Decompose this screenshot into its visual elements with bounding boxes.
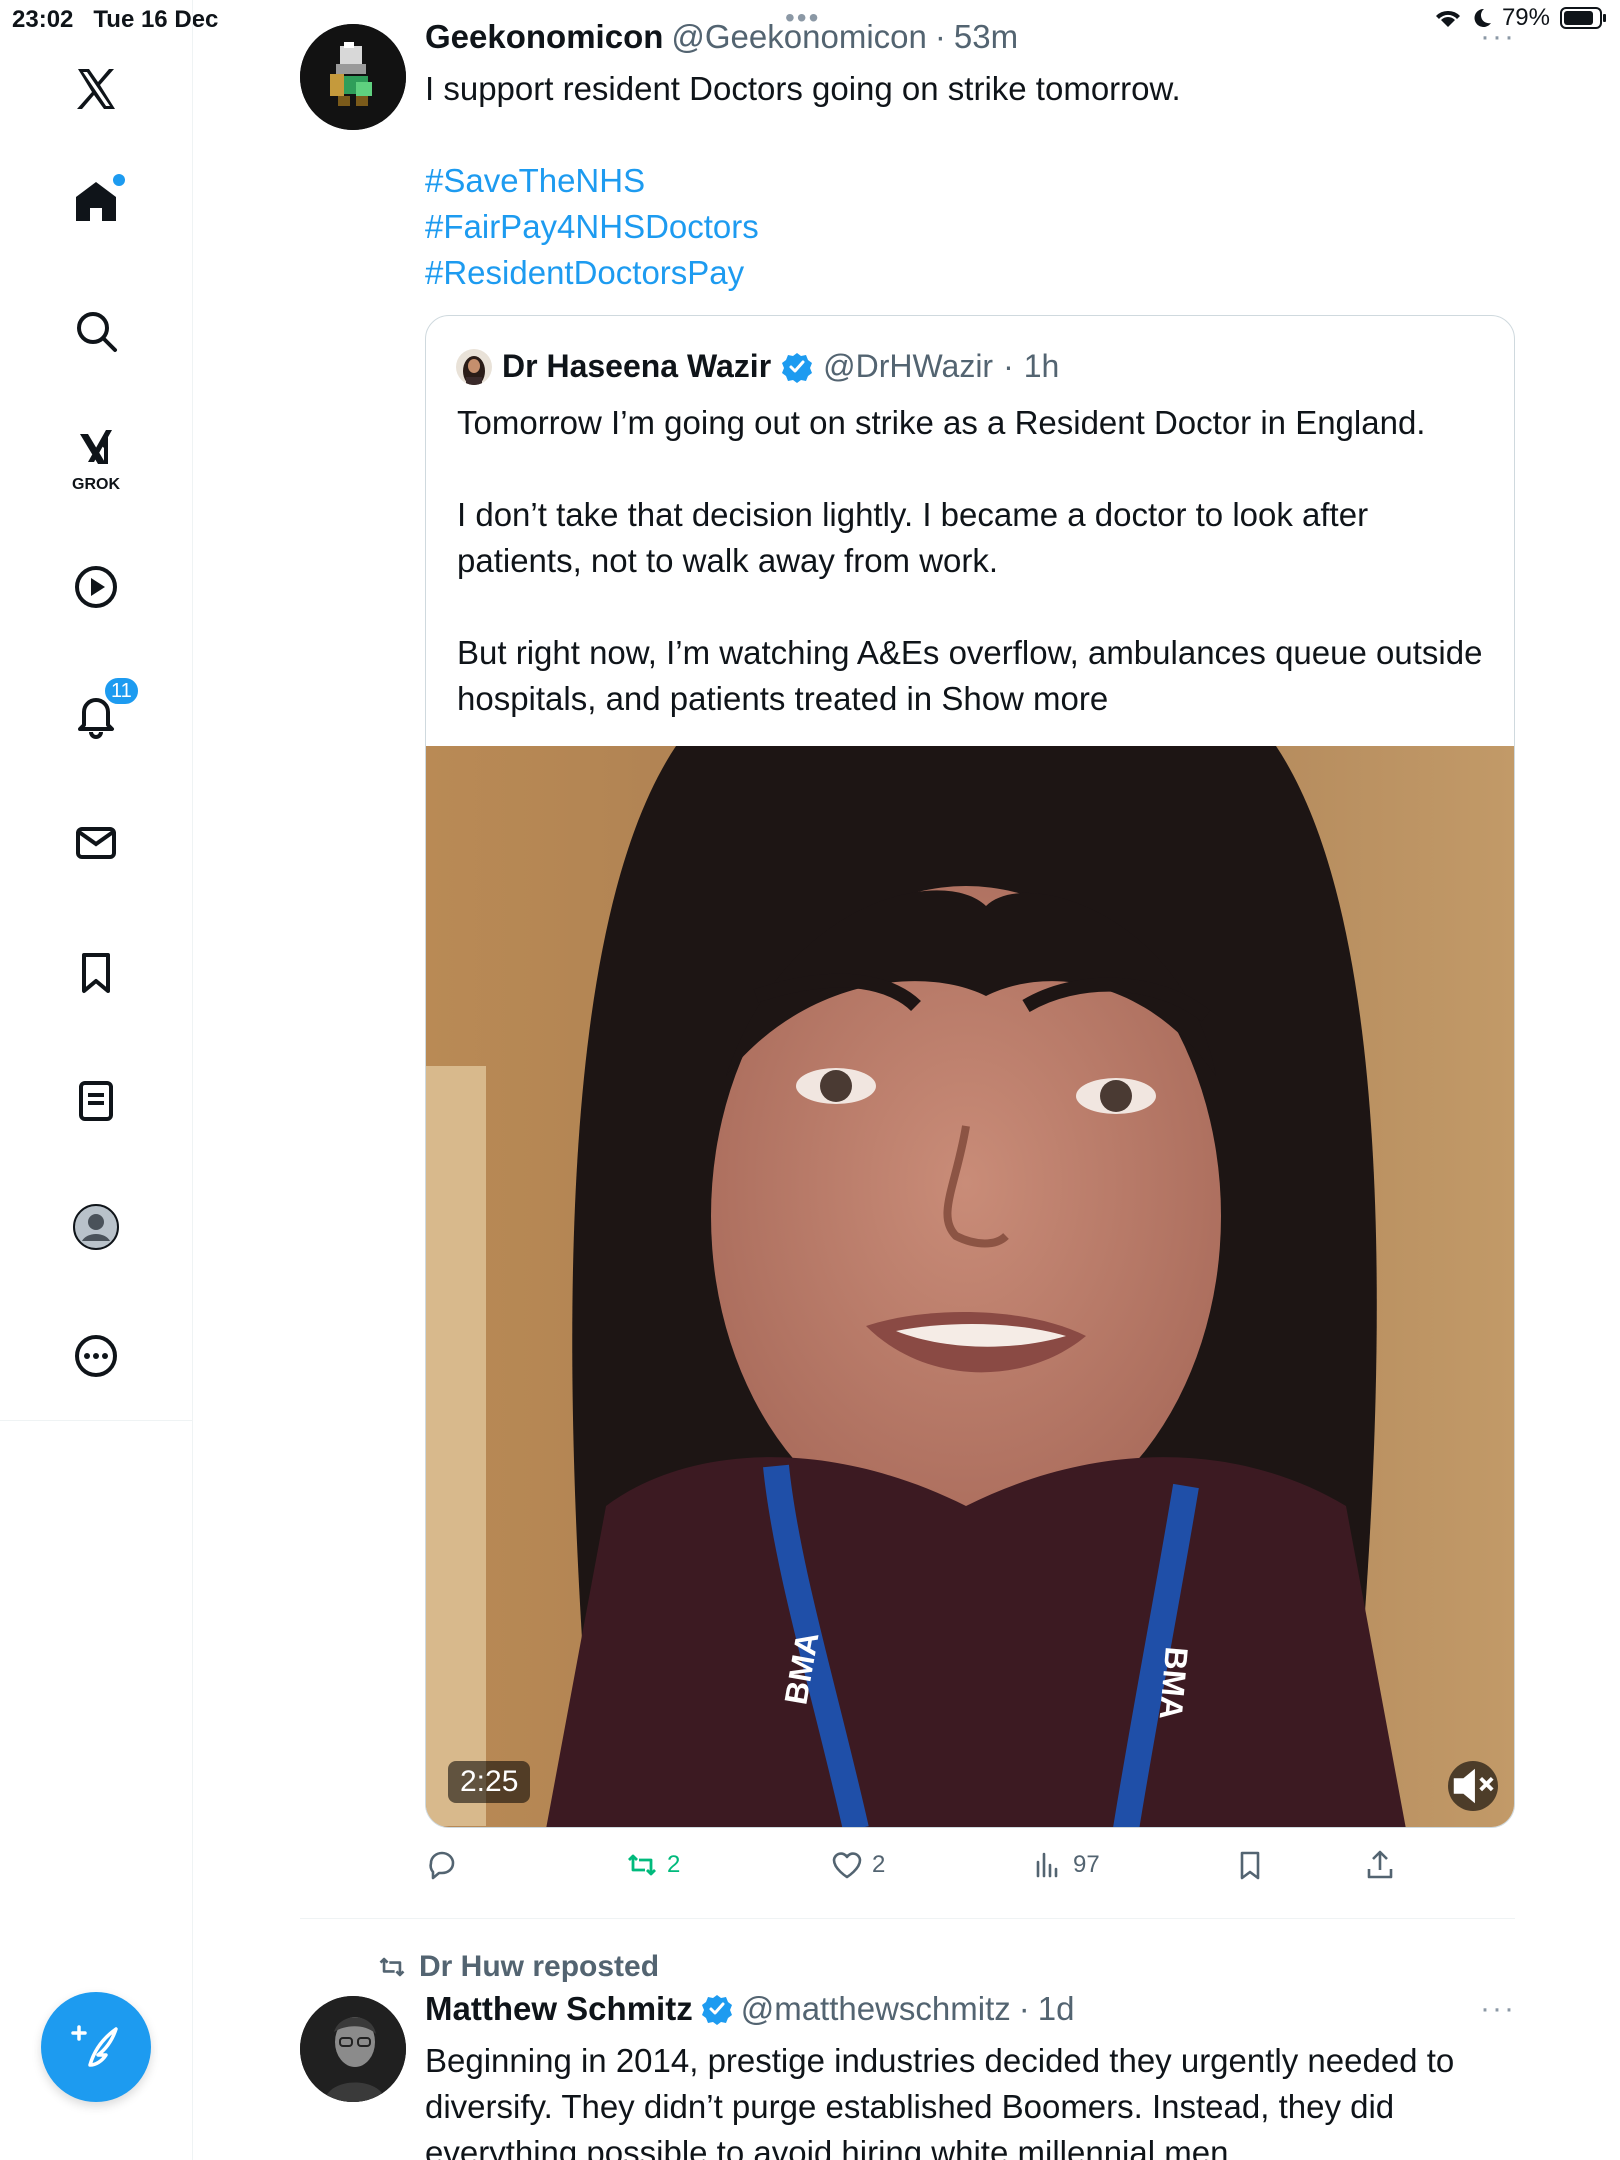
tweet2-more-icon[interactable]: ···: [1480, 1992, 1516, 2026]
video-frame: BMA BMA: [426, 746, 1514, 1827]
profile-avatar-icon: [73, 1204, 119, 1250]
reply-icon: [429, 1851, 455, 1880]
heart-icon: [832, 1852, 862, 1879]
nav-profile[interactable]: [65, 1196, 127, 1258]
separator-dot: ·: [934, 18, 946, 55]
reply-button[interactable]: [425, 1848, 467, 1882]
search-icon: [77, 312, 117, 352]
nav-bookmarks[interactable]: [65, 942, 127, 1004]
home-unread-dot: [113, 174, 125, 186]
share-button[interactable]: [1363, 1848, 1397, 1882]
like-count: 2: [872, 1851, 886, 1878]
author-name[interactable]: Matthew Schmitz: [425, 1990, 693, 2028]
show-more-link[interactable]: Show more: [941, 680, 1108, 717]
list-icon: [79, 1081, 113, 1121]
like-button[interactable]: 2: [830, 1848, 885, 1882]
nav-lists[interactable]: [65, 1070, 127, 1132]
tweet1-text: I support resident Doctors going on stri…: [425, 70, 1181, 107]
feather-plus-icon: [71, 2025, 118, 2067]
post-time[interactable]: 1d: [1038, 1990, 1075, 2028]
hashtag-savethenhs[interactable]: #SaveTheNHS: [425, 158, 1505, 204]
separator-dot: ·: [1003, 348, 1014, 384]
bookmark-icon: [82, 953, 110, 993]
feed-divider: [300, 1918, 1515, 1919]
quote-header: Dr Haseena Wazir @DrHWazir · 1h: [456, 348, 1059, 385]
views-button[interactable]: 97: [1031, 1848, 1100, 1882]
more-circle-icon: [75, 1335, 117, 1377]
wifi-icon: [1435, 10, 1460, 27]
envelope-icon: [76, 827, 116, 859]
nav-home[interactable]: [65, 170, 127, 232]
bookmark-icon: [1240, 1851, 1260, 1880]
x-logo-icon[interactable]: [65, 58, 127, 120]
portrait-avatar: [300, 1996, 406, 2102]
speaker-muted-icon: [1453, 1768, 1494, 1804]
video-player[interactable]: BMA BMA 2:25: [426, 746, 1514, 1827]
sidebar: GROK 11: [0, 0, 193, 2160]
quote-paragraph-3: But right now, I’m watching A&Es overflo…: [457, 630, 1487, 722]
sidebar-divider: [0, 1420, 193, 1421]
status-indicators: 79%: [1434, 4, 1608, 32]
tweet1-actions: 2 2 97: [425, 1848, 1425, 1888]
battery-icon: [1560, 7, 1606, 29]
verified-badge-icon: [701, 1993, 733, 2025]
quote-paragraph-1: Tomorrow I’m going out on strike as a Re…: [457, 404, 1426, 441]
avatar-geekonomicon[interactable]: [300, 24, 406, 130]
nav-notifications[interactable]: 11: [65, 676, 140, 746]
quote-author-name[interactable]: Dr Haseena Wazir: [502, 348, 771, 385]
repost-indicator: Dr Huw reposted: [377, 1950, 659, 1984]
post-time[interactable]: 53m: [954, 18, 1018, 56]
views-count: 97: [1073, 1851, 1100, 1878]
grok-icon: [80, 430, 112, 464]
quoted-tweet-card[interactable]: Dr Haseena Wazir @DrHWazir · 1h Tomorrow…: [425, 315, 1515, 1828]
video-duration: 2:25: [448, 1761, 531, 1803]
quote-body: Tomorrow I’m going out on strike as a Re…: [457, 400, 1487, 722]
home-icon: [76, 182, 116, 221]
notifications-badge: 11: [103, 676, 140, 706]
author-handle[interactable]: @Geekonomicon: [671, 18, 926, 56]
separator-dot: ·: [1018, 1990, 1030, 2027]
nav-search[interactable]: [65, 300, 127, 362]
nav-messages[interactable]: [65, 812, 127, 874]
retweet-count: 2: [667, 1851, 681, 1878]
retweet-button[interactable]: 2: [625, 1848, 680, 1882]
nav-grok[interactable]: GROK: [65, 424, 127, 493]
nav-videos[interactable]: [65, 556, 127, 618]
tweet1-body: I support resident Doctors going on stri…: [425, 66, 1505, 296]
share-icon: [1367, 1850, 1393, 1879]
quote-avatar[interactable]: [456, 348, 492, 385]
tweet2-header: Matthew Schmitz @matthewschmitz · 1d: [425, 1990, 1074, 2028]
quote-time[interactable]: 1h: [1024, 348, 1060, 385]
nav-more[interactable]: [65, 1325, 127, 1387]
compose-post-button[interactable]: [41, 1992, 151, 2102]
quote-avatar-image: [456, 348, 492, 385]
tweet2-text: Beginning in 2014, prestige industries d…: [425, 2042, 1455, 2160]
avatar-matthew-schmitz[interactable]: [300, 1996, 406, 2102]
hashtag-fairpay[interactable]: #FairPay4NHSDoctors: [425, 204, 1505, 250]
pixel-character-avatar: [300, 24, 406, 130]
mute-button[interactable]: [1448, 1761, 1498, 1811]
retweet-icon: [628, 1854, 656, 1876]
repost-icon: [379, 1957, 405, 1977]
views-bar-chart-icon: [1036, 1852, 1058, 1878]
tweet1-header: Geekonomicon @Geekonomicon · 53m: [425, 18, 1018, 56]
tweet1-more-icon[interactable]: ···: [1480, 20, 1516, 54]
bookmark-button[interactable]: [1233, 1848, 1267, 1882]
verified-badge-icon: [781, 351, 813, 383]
lanyard-text-right: BMA: [1153, 1645, 1195, 1721]
quote-author-handle[interactable]: @DrHWazir: [823, 348, 993, 385]
grok-label: GROK: [72, 476, 120, 493]
hashtag-residentdoctorspay[interactable]: #ResidentDoctorsPay: [425, 250, 1505, 296]
quote-paragraph-2: I don’t take that decision lightly. I be…: [457, 496, 1369, 579]
play-circle-icon: [75, 566, 117, 608]
author-name[interactable]: Geekonomicon: [425, 18, 663, 56]
author-handle[interactable]: @matthewschmitz: [741, 1990, 1011, 2028]
reposted-by-label[interactable]: Dr Huw reposted: [419, 1950, 659, 1984]
